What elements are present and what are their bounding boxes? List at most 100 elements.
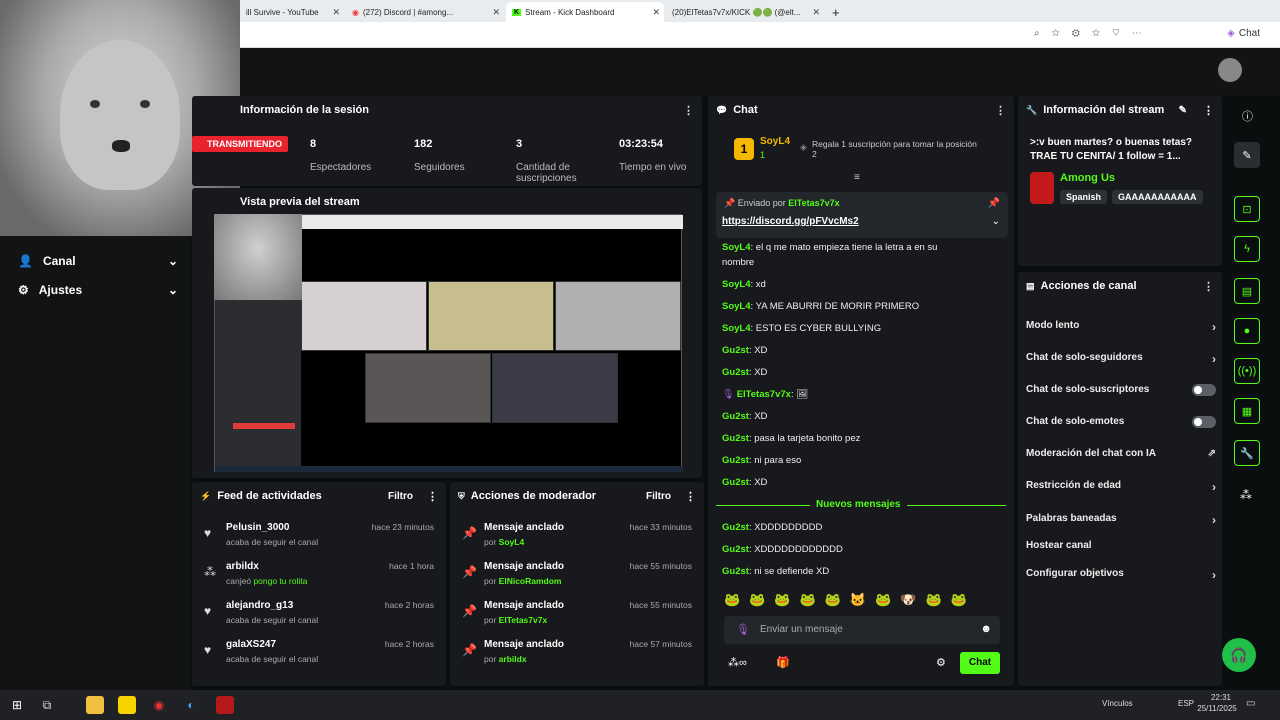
windows-start-icon[interactable]: ⊞ (8, 696, 26, 714)
language-indicator[interactable]: ESP (1178, 699, 1194, 708)
close-icon[interactable]: ✕ (492, 7, 500, 18)
tab-label: (20)ElTetas7v7x/KICK 🟢🟢 (@elt... (672, 7, 801, 17)
gift-icon[interactable]: 🎁 (776, 656, 790, 669)
chat-user[interactable]: Gu2st (722, 566, 749, 577)
tab-kick-channel[interactable]: (20)ElTetas7v7x/KICK 🟢🟢 (@elt... ✕ (666, 2, 824, 22)
external-link-icon: ⇗ (1207, 448, 1216, 459)
edit-icon[interactable]: ✎ (1234, 142, 1260, 168)
chat-user[interactable]: ElTetas7v7x (737, 389, 791, 400)
category-name[interactable]: Among Us (1060, 172, 1115, 184)
chat-user[interactable]: Gu2st (722, 367, 749, 378)
feed-user[interactable]: alejandro_g13 (226, 600, 293, 611)
chat-user[interactable]: Gu2st (722, 477, 749, 488)
chat-bubble-icon[interactable]: ● (1234, 318, 1260, 344)
broadcast-icon[interactable]: ((•)) (1234, 358, 1260, 384)
chat-user[interactable]: Gu2st (722, 544, 749, 555)
more-icon[interactable]: ⋮ (995, 104, 1006, 117)
mod-user[interactable]: SoyL4 (499, 537, 525, 547)
pinned-user[interactable]: ElTetas7v7x (788, 198, 839, 208)
edit-icon[interactable]: ✎ (1179, 105, 1187, 116)
scan-icon[interactable]: ⊡ (1234, 196, 1260, 222)
emotes-only-toggle[interactable] (1192, 416, 1216, 428)
chat-user[interactable]: Gu2st (722, 455, 749, 466)
document-icon[interactable]: ▤ (1234, 278, 1260, 304)
mod-user[interactable]: ElTetas7v7x (499, 615, 548, 625)
send-chat-button[interactable]: Chat (960, 652, 1000, 674)
chat-user[interactable]: SoyL4 (722, 242, 751, 253)
copilot-chat-button[interactable]: ◈ Chat (1227, 28, 1260, 39)
sidebar-item-canal[interactable]: 👤 Canal ⌄ (18, 254, 178, 268)
category-thumbnail[interactable] (1030, 172, 1054, 204)
chat-user[interactable]: SoyL4 (722, 279, 751, 290)
notifications-icon[interactable]: ▭ (1246, 698, 1255, 709)
gifter-name[interactable]: SoyL4 (760, 136, 790, 147)
new-tab-button[interactable]: + (826, 2, 846, 22)
age-restriction-button[interactable]: Restricción de edad › (1026, 480, 1216, 494)
gear-icon[interactable]: ⚙ (936, 656, 946, 669)
banned-words-button[interactable]: Palabras baneadas › (1026, 513, 1216, 527)
browser-toolbar-icons[interactable]: ⌕☆⚙☆♡⋯ (1034, 28, 1154, 39)
feed-user[interactable]: Pelusin_3000 (226, 522, 289, 533)
more-icon[interactable]: ⋮ (427, 490, 438, 503)
among-us-icon[interactable] (216, 696, 234, 714)
avatar[interactable] (1218, 58, 1242, 82)
video-tile (301, 281, 427, 351)
wrench-icon[interactable]: 🔧 (1234, 440, 1260, 466)
chat-user[interactable]: Gu2st (722, 411, 749, 422)
emoji-icon[interactable]: ☻ (980, 623, 992, 635)
bolt-icon[interactable]: ϟ (1234, 236, 1260, 262)
tray-label[interactable]: Vínculos (1102, 699, 1133, 708)
tab-discord[interactable]: ◉ (272) Discord | #among... ✕ (346, 2, 504, 22)
more-icon[interactable]: ⋮ (683, 104, 694, 117)
info-icon[interactable]: ⓘ (1242, 108, 1253, 124)
filter-button[interactable]: Filtro (646, 491, 671, 502)
tab-kick-dashboard[interactable]: K Stream - Kick Dashboard ✕ (506, 2, 664, 22)
tab-youtube[interactable]: ill Survive - YouTube ✕ (240, 2, 344, 22)
mod-user[interactable]: ElNicoRamdom (499, 576, 562, 586)
task-view-icon[interactable]: ⧉ (38, 696, 56, 714)
more-icon[interactable]: ⋮ (685, 490, 696, 503)
close-icon[interactable]: ✕ (332, 7, 340, 18)
close-icon[interactable]: ✕ (812, 7, 820, 18)
chevron-down-icon[interactable]: ⌄ (992, 216, 1000, 227)
sidebar-item-ajustes[interactable]: ⚙ Ajustes ⌄ (18, 283, 178, 297)
clock-date[interactable]: 25/11/2025 (1196, 704, 1238, 713)
chat-user[interactable]: Gu2st (722, 522, 749, 533)
more-icon[interactable]: ⋮ (1203, 104, 1214, 117)
mod-header: ⛨ Acciones de moderador Filtro ⋮ (450, 482, 704, 510)
close-icon[interactable]: ✕ (652, 7, 660, 18)
sticky-notes-icon[interactable] (118, 696, 136, 714)
headset-icon[interactable]: 🎧 (1222, 638, 1256, 672)
feed-user[interactable]: arbildx (226, 561, 259, 572)
chat-user[interactable]: SoyL4 (722, 301, 751, 312)
mic-icon[interactable]: 🎙 (736, 623, 750, 636)
filter-button[interactable]: Filtro (388, 491, 413, 502)
slow-mode-button[interactable]: Modo lento › (1026, 320, 1216, 334)
emote-bar[interactable]: 🐸🐸🐸🐸🐸🐱🐸🐶🐸🐸 (724, 592, 1000, 610)
subscribers-only-toggle[interactable] (1192, 384, 1216, 396)
more-icon[interactable]: ⋮ (1203, 280, 1214, 293)
followers-only-button[interactable]: Chat de solo-seguidores › (1026, 352, 1216, 366)
chat-filter-icon[interactable]: ≡ (854, 172, 860, 183)
ai-moderation-button[interactable]: Moderación del chat con IA ⇗ (1026, 448, 1216, 459)
chat-user[interactable]: SoyL4 (722, 323, 751, 334)
configure-goals-button[interactable]: Configurar objetivos › (1026, 568, 1216, 582)
clock-time[interactable]: 22:31 (1206, 693, 1236, 702)
layout-icon[interactable]: ▦ (1234, 398, 1260, 424)
host-channel-button[interactable]: Hostear canal (1026, 540, 1216, 551)
obs-icon[interactable]: ◉ (150, 696, 168, 714)
panel-title: Información del stream (1043, 104, 1165, 116)
edge-icon[interactable]: ◐ (182, 696, 200, 714)
feed-user[interactable]: galaXS247 (226, 639, 276, 650)
pinned-link[interactable]: https://discord.gg/pFVvcMs2 (722, 216, 859, 227)
mod-desc: por SoyL4 (484, 537, 524, 547)
gift-prompt[interactable]: Regala 1 suscripción para tomar la posic… (812, 139, 982, 159)
mod-user[interactable]: arbildx (499, 654, 527, 664)
points-icon[interactable]: ⁂ (1240, 488, 1252, 502)
unpin-icon[interactable]: 📌 (988, 198, 1000, 209)
chat-user[interactable]: Gu2st (722, 345, 749, 356)
points-icon[interactable]: ⁂∞ (728, 656, 747, 669)
chat-input[interactable]: 🎙 Enviar un mensaje ☻ (724, 616, 1000, 644)
chat-user[interactable]: Gu2st (722, 433, 749, 444)
folder-icon[interactable] (86, 696, 104, 714)
